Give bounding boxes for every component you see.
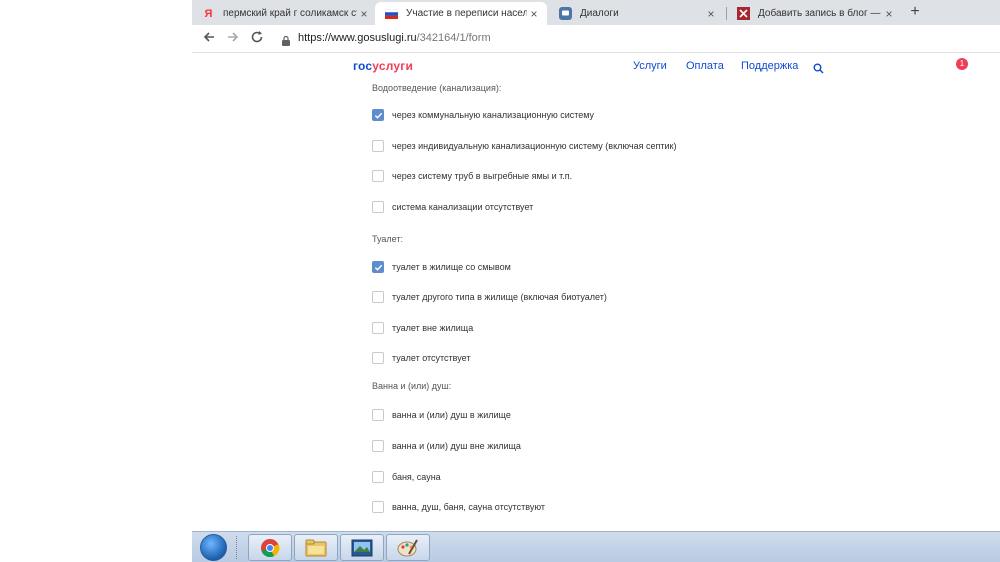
option-label: через систему труб в выгребные ямы и т.п… [392,171,573,181]
checkbox-option[interactable]: туалет отсутствует [372,351,471,365]
tab-dialogs[interactable]: Диалоги × [549,2,724,25]
checkbox-option[interactable]: через индивидуальную канализационную сис… [372,139,676,153]
vk-chat-icon [559,7,572,20]
nav-payment[interactable]: Оплата [686,60,724,72]
option-label: через индивидуальную канализационную сис… [392,141,677,151]
close-icon[interactable]: × [527,7,541,21]
option-label: система канализации отсутствует [392,202,534,212]
paint-icon[interactable] [386,534,430,561]
forward-arrow-icon[interactable] [224,30,242,48]
checkbox-option[interactable]: ванна, душ, баня, сауна отсутствуют [372,500,545,514]
checkbox[interactable] [372,140,384,152]
checkbox-checked[interactable] [372,109,384,121]
site-header: госуслуги Услуги Оплата Поддержка 1 [192,54,1000,80]
url-host: https://www.gosuslugi.ru [298,32,417,44]
checkbox-option[interactable]: через систему труб в выгребные ямы и т.п… [372,169,572,183]
close-icon[interactable]: × [882,7,896,21]
image-viewer-icon[interactable] [340,534,384,561]
lock-icon[interactable] [282,33,290,46]
checkbox-option[interactable]: ванна и (или) душ вне жилища [372,439,521,453]
option-label: туалет вне жилища [392,323,474,333]
nav-services[interactable]: Услуги [633,60,667,72]
checkbox-checked[interactable] [372,261,384,273]
file-explorer-icon[interactable] [294,534,338,561]
chrome-icon[interactable] [248,534,292,561]
checkbox-option[interactable]: туалет вне жилища [372,321,473,335]
reload-icon[interactable] [248,30,266,48]
checkbox-option[interactable]: ванна и (или) душ в жилище [372,408,511,422]
gosuslugi-logo[interactable]: госуслуги [353,59,413,73]
tab-title: Диалоги [580,8,619,19]
notification-badge[interactable]: 1 [956,58,968,70]
start-button[interactable] [200,534,227,561]
browser-toolbar: https://www.gosuslugi.ru/342164/1/form [192,25,1000,53]
checkbox[interactable] [372,352,384,364]
close-icon[interactable]: × [704,7,718,21]
tab-title: Добавить запись в блог — Vsol [758,8,882,19]
address-bar-url[interactable]: https://www.gosuslugi.ru/342164/1/form [298,32,491,44]
tab-census[interactable]: Участие в переписи населения × [375,2,547,25]
checkbox[interactable] [372,440,384,452]
checkbox-option[interactable]: через коммунальную канализационную систе… [372,108,594,122]
option-label: туалет отсутствует [392,353,471,363]
url-path: /342164/1/form [416,32,491,44]
blog-icon [737,7,750,20]
option-label: через коммунальную канализационную систе… [392,110,595,120]
option-label: туалет другого типа в жилище (включая би… [392,292,607,302]
section-title-sewerage: Водоотведение (канализация): [372,83,502,93]
checkbox-option[interactable]: система канализации отсутствует [372,200,533,214]
yandex-icon: Я [204,7,213,20]
section-title-toilet: Туалет: [372,234,403,244]
tab-title: пермский край г соликамск ст.р [223,8,357,19]
close-icon[interactable]: × [357,7,371,21]
checkbox[interactable] [372,322,384,334]
russia-flag-icon [385,7,398,20]
back-arrow-icon[interactable] [200,30,218,48]
checkbox[interactable] [372,170,384,182]
tab-title: Участие в переписи населения [406,8,527,19]
checkbox-option[interactable]: туалет в жилище со смывом [372,260,511,274]
option-label: ванна, душ, баня, сауна отсутствуют [392,502,546,512]
tab-blog[interactable]: Добавить запись в блог — Vsol × [727,2,902,25]
checkbox-option[interactable]: туалет другого типа в жилище (включая би… [372,290,607,304]
browser-tab-strip: Я пермский край г соликамск ст.р × Участ… [192,0,1000,25]
option-label: ванна и (или) душ в жилище [392,410,511,420]
nav-support[interactable]: Поддержка [741,60,798,72]
checkbox[interactable] [372,201,384,213]
checkbox-option[interactable]: баня, сауна [372,470,441,484]
logo-uslugi: услуги [372,59,414,73]
option-label: туалет в жилище со смывом [392,262,511,272]
option-label: баня, сауна [392,472,441,482]
tab-yandex-search[interactable]: Я пермский край г соликамск ст.р × [192,2,377,25]
option-label: ванна и (или) душ вне жилища [392,441,521,451]
taskbar-grip [236,536,239,559]
section-title-bath: Ванна и (или) душ: [372,381,452,391]
checkbox[interactable] [372,501,384,513]
checkbox[interactable] [372,409,384,421]
new-tab-button[interactable]: + [906,3,924,21]
search-icon[interactable] [813,61,824,74]
logo-gos: гос [353,59,373,73]
windows-taskbar [192,531,1000,562]
checkbox[interactable] [372,291,384,303]
checkbox[interactable] [372,471,384,483]
